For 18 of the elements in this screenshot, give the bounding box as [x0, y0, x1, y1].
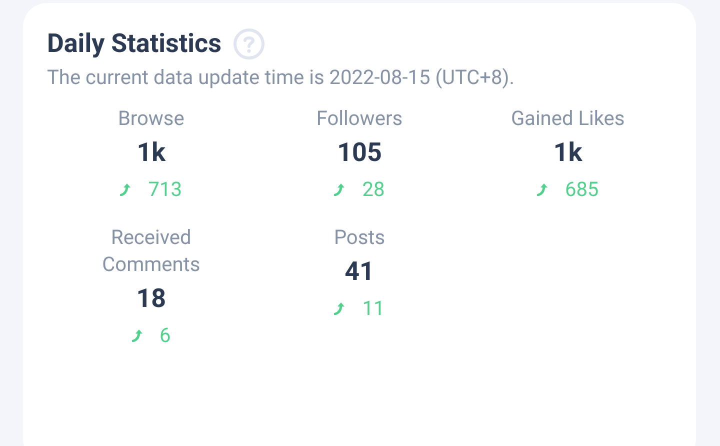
- stat-value: 1k: [136, 137, 166, 170]
- stat-value: 41: [344, 256, 374, 289]
- stat-value: 1k: [553, 137, 582, 170]
- stat-change: 28: [362, 176, 385, 202]
- stat-change: 713: [148, 176, 182, 202]
- help-icon[interactable]: [233, 28, 266, 60]
- stat-label: Followers: [316, 105, 403, 132]
- stat-value: 105: [337, 137, 382, 170]
- stat-change: 6: [160, 322, 171, 348]
- stat-label: Received Comments: [101, 224, 202, 278]
- stat-value: 18: [136, 283, 166, 316]
- stat-label: Posts: [334, 224, 386, 251]
- card-title: Daily Statistics: [47, 28, 222, 61]
- stat-label: Gained Likes: [510, 105, 625, 132]
- stat-label: Browse: [118, 105, 184, 132]
- update-time-text: The current data update time is 2022-08-15 (UTC+8).: [47, 64, 516, 91]
- stat-change: 11: [362, 295, 385, 321]
- stat-change: 685: [564, 176, 599, 202]
